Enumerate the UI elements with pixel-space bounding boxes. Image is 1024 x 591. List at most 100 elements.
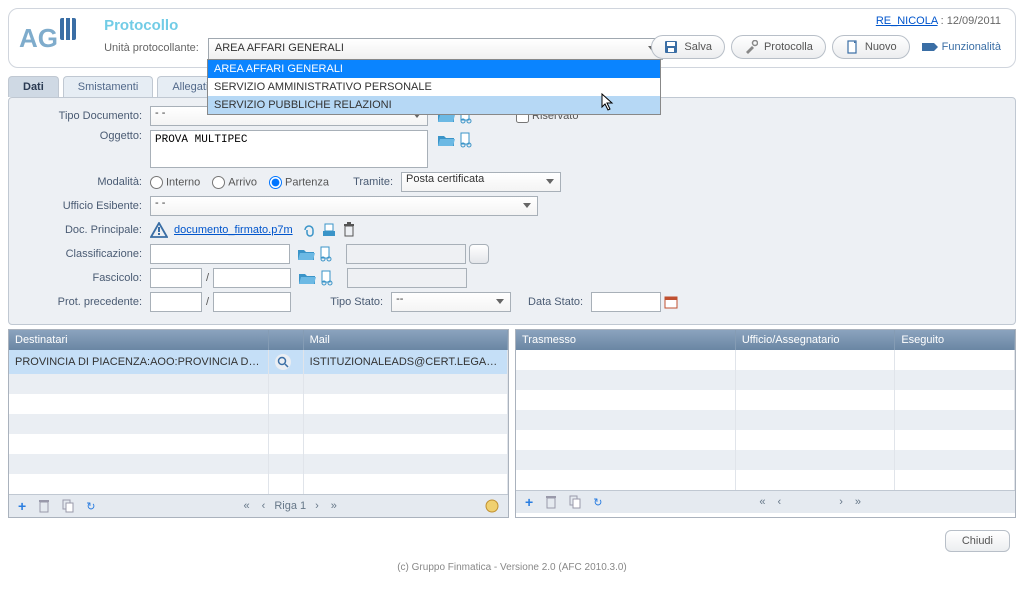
table-row[interactable] bbox=[9, 394, 508, 414]
prot-precedente-label: Prot. precedente: bbox=[15, 296, 150, 308]
dropdown-option-2[interactable]: SERVIZIO PUBBLICHE RELAZIONI bbox=[208, 96, 660, 114]
dropdown-option-0[interactable]: AREA AFFARI GENERALI bbox=[208, 60, 660, 78]
header: AG Protocollo Unità protocollante: AREA … bbox=[8, 8, 1016, 68]
warning-icon bbox=[150, 222, 168, 238]
table-row[interactable] bbox=[9, 474, 508, 494]
radio-interno[interactable]: Interno bbox=[150, 176, 200, 189]
nav-next-icon[interactable]: › bbox=[312, 500, 322, 512]
unit-select[interactable]: AREA AFFARI GENERALI bbox=[208, 38, 663, 60]
nav-prev-icon[interactable]: ‹ bbox=[259, 500, 269, 512]
save-button[interactable]: Salva bbox=[651, 35, 725, 59]
ufficio-select[interactable]: - - bbox=[150, 196, 538, 216]
export-icon[interactable] bbox=[482, 499, 502, 513]
fascicolo-desc-input[interactable] bbox=[347, 268, 467, 288]
page-indicator: Riga 1 bbox=[274, 500, 306, 512]
radio-arrivo[interactable]: Arrivo bbox=[212, 176, 257, 189]
col-ufficio[interactable]: Ufficio/Assegnatario bbox=[735, 330, 895, 350]
document-cut-icon[interactable] bbox=[316, 244, 336, 264]
classificazione-input[interactable] bbox=[150, 244, 290, 264]
unit-label: Unità protocollante: bbox=[104, 42, 199, 54]
table-row[interactable] bbox=[9, 454, 508, 474]
refresh-icon[interactable]: ↻ bbox=[590, 496, 605, 509]
fascicolo-num-input[interactable] bbox=[213, 268, 291, 288]
col-trasmesso[interactable]: Trasmesso bbox=[516, 330, 735, 350]
ufficio-label: Ufficio Esibente: bbox=[15, 200, 150, 212]
refresh-icon[interactable]: ↻ bbox=[83, 500, 98, 513]
funzionalita-link[interactable]: Funzionalità bbox=[916, 40, 1001, 54]
oggetto-label: Oggetto: bbox=[15, 130, 150, 142]
slash-1: / bbox=[202, 272, 213, 284]
protocolla-button[interactable]: Protocolla bbox=[731, 35, 826, 59]
data-stato-input[interactable] bbox=[591, 292, 661, 312]
copy-icon[interactable] bbox=[566, 495, 584, 509]
tipo-stato-label: Tipo Stato: bbox=[291, 296, 391, 308]
nav-first-icon[interactable]: « bbox=[241, 500, 253, 512]
col-eseguito[interactable]: Eseguito bbox=[895, 330, 1015, 350]
nav-last-icon[interactable]: » bbox=[852, 496, 864, 508]
nav-last-icon[interactable]: » bbox=[328, 500, 340, 512]
classificazione-desc-input[interactable] bbox=[346, 244, 466, 264]
trash-icon[interactable] bbox=[339, 220, 359, 240]
delete-row-icon[interactable] bbox=[542, 495, 560, 509]
tipo-documento-label: Tipo Documento: bbox=[15, 110, 150, 122]
grid-footer-right: + ↻ « ‹ › » bbox=[516, 490, 1015, 513]
data-stato-label: Data Stato: bbox=[511, 296, 591, 308]
attach-icon[interactable] bbox=[299, 220, 319, 240]
document-cut-icon[interactable] bbox=[456, 130, 476, 150]
folder-open-icon[interactable] bbox=[436, 130, 456, 150]
chiudi-button[interactable]: Chiudi bbox=[945, 530, 1010, 552]
tab-smistamenti[interactable]: Smistamenti bbox=[63, 76, 154, 97]
dropdown-option-1[interactable]: SERVIZIO AMMINISTRATIVO PERSONALE bbox=[208, 78, 660, 96]
prot-prec-num-input[interactable] bbox=[213, 292, 291, 312]
nav-next-icon[interactable]: › bbox=[836, 496, 846, 508]
unit-dropdown[interactable]: AREA AFFARI GENERALI SERVIZIO AMMINISTRA… bbox=[207, 59, 661, 115]
table-row[interactable] bbox=[516, 470, 1015, 490]
cursor-icon bbox=[601, 93, 615, 111]
document-cut-icon[interactable] bbox=[317, 268, 337, 288]
doc-principale-label: Doc. Principale: bbox=[15, 224, 150, 236]
nav-prev-icon[interactable]: ‹ bbox=[775, 496, 785, 508]
logo: AG bbox=[19, 15, 91, 61]
tab-dati[interactable]: Dati bbox=[8, 76, 59, 97]
table-row[interactable] bbox=[516, 410, 1015, 430]
nav-first-icon[interactable]: « bbox=[756, 496, 768, 508]
table-row[interactable] bbox=[516, 350, 1015, 370]
document-icon bbox=[845, 40, 859, 54]
delete-row-icon[interactable] bbox=[35, 499, 53, 513]
table-row[interactable] bbox=[9, 374, 508, 394]
calendar-icon[interactable] bbox=[661, 292, 681, 312]
puzzle-icon bbox=[922, 40, 938, 54]
table-row[interactable] bbox=[9, 434, 508, 454]
copy-icon[interactable] bbox=[59, 499, 77, 513]
user-link[interactable]: RE_NICOLA bbox=[876, 15, 938, 27]
add-row-icon[interactable]: + bbox=[15, 498, 29, 514]
prot-prec-anno-input[interactable] bbox=[150, 292, 202, 312]
floppy-icon bbox=[664, 40, 678, 54]
fascicolo-anno-input[interactable] bbox=[150, 268, 202, 288]
chevron-down-icon bbox=[523, 203, 531, 208]
col-destinatari[interactable]: Destinatari bbox=[9, 330, 268, 350]
folder-open-icon[interactable] bbox=[297, 268, 317, 288]
oggetto-input[interactable] bbox=[150, 130, 428, 168]
add-row-icon[interactable]: + bbox=[522, 494, 536, 510]
lookup-button[interactable] bbox=[469, 244, 489, 264]
table-row[interactable] bbox=[9, 414, 508, 434]
table-row[interactable] bbox=[516, 450, 1015, 470]
tramite-select[interactable]: Posta certificata bbox=[401, 172, 561, 192]
classificazione-label: Classificazione: bbox=[15, 248, 150, 260]
app-title: Protocollo bbox=[104, 17, 663, 34]
chevron-down-icon bbox=[496, 299, 504, 304]
table-row[interactable] bbox=[516, 390, 1015, 410]
table-row[interactable] bbox=[516, 430, 1015, 450]
radio-partenza[interactable]: Partenza bbox=[269, 176, 329, 189]
magnify-icon[interactable] bbox=[275, 354, 291, 370]
scan-icon[interactable] bbox=[319, 220, 339, 240]
modalita-label: Modalità: bbox=[15, 176, 150, 188]
doc-principale-link[interactable]: documento_firmato.p7m bbox=[174, 224, 293, 236]
table-row[interactable]: PROVINCIA DI PIACENZA:AOO:PROVINCIA DI P… bbox=[9, 350, 508, 374]
folder-open-icon[interactable] bbox=[296, 244, 316, 264]
col-mail[interactable]: Mail bbox=[303, 330, 507, 350]
nuovo-button[interactable]: Nuovo bbox=[832, 35, 910, 59]
tipo-stato-select[interactable]: -- bbox=[391, 292, 511, 312]
table-row[interactable] bbox=[516, 370, 1015, 390]
